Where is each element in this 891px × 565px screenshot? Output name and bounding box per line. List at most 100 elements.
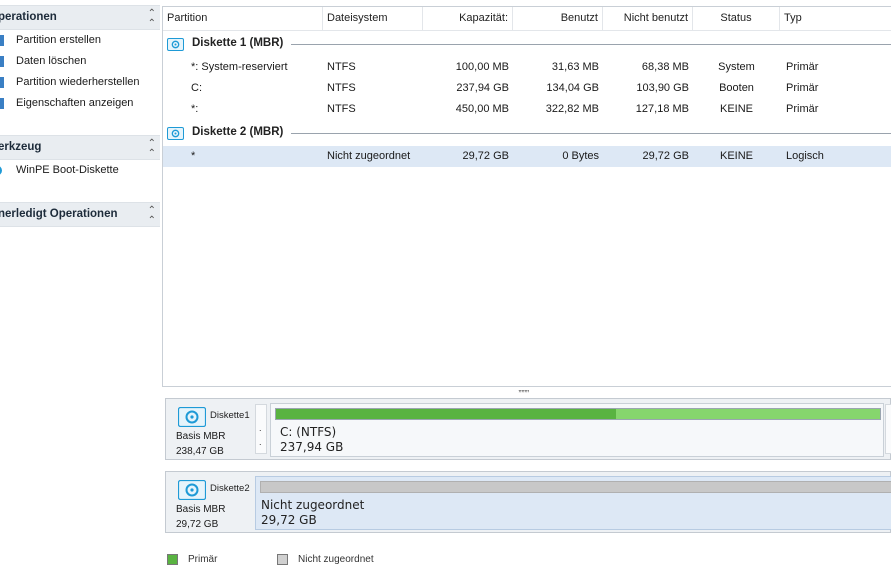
small-partition-label: . (259, 437, 262, 447)
cell-used: 0 Bytes (562, 150, 599, 162)
wipe-data-icon (0, 56, 4, 67)
disk-icon (178, 407, 206, 427)
cell-capacity: 29,72 GB (462, 150, 509, 162)
cell-status: KEINE (719, 150, 753, 162)
cell-partition: *: System-reserviert (191, 61, 288, 73)
operations-section-header[interactable]: perationen ⌃ ⌃ (0, 5, 160, 30)
table-row[interactable]: *: System-reserviert NTFS 100,00 MB 31,6… (163, 57, 891, 78)
cell-status: Booten (719, 82, 754, 94)
create-partition-icon (0, 35, 4, 46)
cell-capacity: 237,94 GB (456, 82, 509, 94)
usage-bar (275, 408, 881, 420)
operations-section-title: perationen (0, 11, 57, 23)
cell-type: Primär (786, 82, 819, 94)
cell-status: KEINE (719, 103, 753, 115)
legend-unallocated: Nicht zugeordnet (277, 554, 374, 565)
small-partition-block[interactable]: . . (255, 404, 267, 454)
cell-partition: *: (191, 103, 199, 115)
sidebar-item-recover-partition[interactable]: Partition wiederherstellen (0, 73, 160, 93)
collapse-chevron-icon[interactable]: ⌃ ⌃ (148, 206, 156, 226)
pending-operations-header[interactable]: nerledigt Operationen ⌃ ⌃ (0, 202, 160, 227)
unallocated-bar (260, 481, 891, 493)
operations-sidebar: perationen ⌃ ⌃ Partition erstellen Daten … (0, 0, 160, 561)
volume-c-block[interactable]: C: (NTFS) 237,94 GB (270, 403, 884, 457)
disk-map-name: Diskette1 (210, 410, 250, 421)
disk-map-type: Basis MBR (176, 504, 226, 515)
disk-icon (178, 480, 206, 500)
sidebar-item-label: WinPE Boot-Diskette (16, 164, 119, 176)
cell-used: 322,82 MB (545, 103, 599, 115)
group-divider (291, 133, 891, 134)
disk-group-name: Diskette 1 (MBR) (192, 37, 284, 49)
sidebar-item-winpe-boot-disk[interactable]: WinPE Boot-Diskette (0, 161, 160, 181)
small-partition-block[interactable] (885, 404, 891, 454)
table-column-header: Partition Dateisystem Kapazität: Benutzt… (163, 7, 891, 31)
pane-splitter-handle[interactable]: ,,,,,,, (518, 383, 529, 393)
unallocated-space-block[interactable]: Nicht zugeordnet 29,72 GB (255, 476, 891, 530)
column-used[interactable]: Benutzt (513, 7, 603, 30)
sidebar-item-properties[interactable]: Eigenschaften anzeigen (0, 94, 160, 114)
small-partition-label: . (259, 423, 262, 433)
disk-icon (167, 127, 184, 140)
sidebar-item-label: Partition wiederherstellen (16, 76, 140, 88)
disk-map-size: 238,47 GB (176, 446, 224, 457)
disk-map-type: Basis MBR (176, 431, 226, 442)
volume-name: Nicht zugeordnet (261, 498, 365, 512)
table-row[interactable]: *: NTFS 450,00 MB 322,82 MB 127,18 MB KE… (163, 99, 891, 120)
properties-icon (0, 98, 4, 109)
column-unused[interactable]: Nicht benutzt (603, 7, 693, 30)
disk-icon (167, 38, 184, 51)
partition-table: Partition Dateisystem Kapazität: Benutzt… (162, 6, 891, 387)
cell-unused: 103,90 GB (636, 82, 689, 94)
collapse-chevron-icon[interactable]: ⌃ ⌃ (148, 139, 156, 159)
disk-map-name: Diskette2 (210, 483, 250, 494)
disk-map-size: 29,72 GB (176, 519, 219, 530)
tools-section-header[interactable]: erkzeug ⌃ ⌃ (0, 135, 160, 160)
legend-label: Nicht zugeordnet (298, 554, 374, 565)
tools-section-title: erkzeug (0, 141, 42, 153)
column-capacity[interactable]: Kapazität: (423, 7, 513, 30)
cell-unused: 68,38 MB (641, 61, 689, 73)
group-divider (291, 44, 891, 45)
cell-filesystem: Nicht zugeordnet (327, 150, 411, 162)
disk-group-header: Diskette 1 (MBR) (163, 33, 891, 55)
cell-partition: * (191, 150, 196, 162)
usage-bar-used (276, 409, 618, 419)
usage-bar-free (616, 409, 880, 419)
cell-filesystem: NTFS (327, 82, 356, 94)
sidebar-item-label: Partition erstellen (16, 34, 101, 46)
cell-capacity: 450,00 MB (455, 103, 509, 115)
sidebar-item-wipe-data[interactable]: Daten löschen (0, 52, 160, 72)
cell-used: 134,04 GB (546, 82, 599, 94)
cell-type: Logisch (786, 150, 824, 162)
sidebar-item-label: Eigenschaften anzeigen (16, 97, 134, 109)
cell-partition: C: (191, 82, 202, 94)
table-row[interactable]: C: NTFS 237,94 GB 134,04 GB 103,90 GB Bo… (163, 78, 891, 99)
legend-swatch-primary (167, 554, 178, 565)
pending-operations-title: nerledigt Operationen (0, 208, 118, 220)
disk-map-card-2[interactable]: Diskette2 Basis MBR 29,72 GB Nicht zugeo… (165, 471, 891, 533)
cell-status: System (718, 61, 755, 73)
volume-name: C: (NTFS) (280, 425, 337, 439)
column-type[interactable]: Typ (780, 7, 891, 30)
cell-unused: 127,18 MB (635, 103, 689, 115)
disk-map-card-1[interactable]: Diskette1 Basis MBR 238,47 GB . . C: (NT… (165, 398, 891, 460)
cell-used: 31,63 MB (551, 61, 599, 73)
collapse-chevron-icon[interactable]: ⌃ ⌃ (148, 9, 156, 29)
table-row-selected[interactable]: * Nicht zugeordnet 29,72 GB 0 Bytes 29,7… (163, 146, 891, 167)
column-partition[interactable]: Partition (163, 7, 323, 30)
volume-size: 237,94 GB (280, 440, 344, 454)
sidebar-item-create-partition[interactable]: Partition erstellen (0, 31, 160, 51)
cell-filesystem: NTFS (327, 103, 356, 115)
cell-filesystem: NTFS (327, 61, 356, 73)
recover-partition-icon (0, 77, 4, 88)
legend-swatch-unallocated (277, 554, 288, 565)
disk-group-name: Diskette 2 (MBR) (192, 126, 284, 138)
sidebar-item-label: Daten löschen (16, 55, 87, 67)
disk-group-header: Diskette 2 (MBR) (163, 122, 891, 144)
column-filesystem[interactable]: Dateisystem (323, 7, 423, 30)
column-status[interactable]: Status (693, 7, 780, 30)
cell-unused: 29,72 GB (642, 150, 689, 162)
cell-type: Primär (786, 103, 819, 115)
legend-label: Primär (188, 554, 218, 565)
